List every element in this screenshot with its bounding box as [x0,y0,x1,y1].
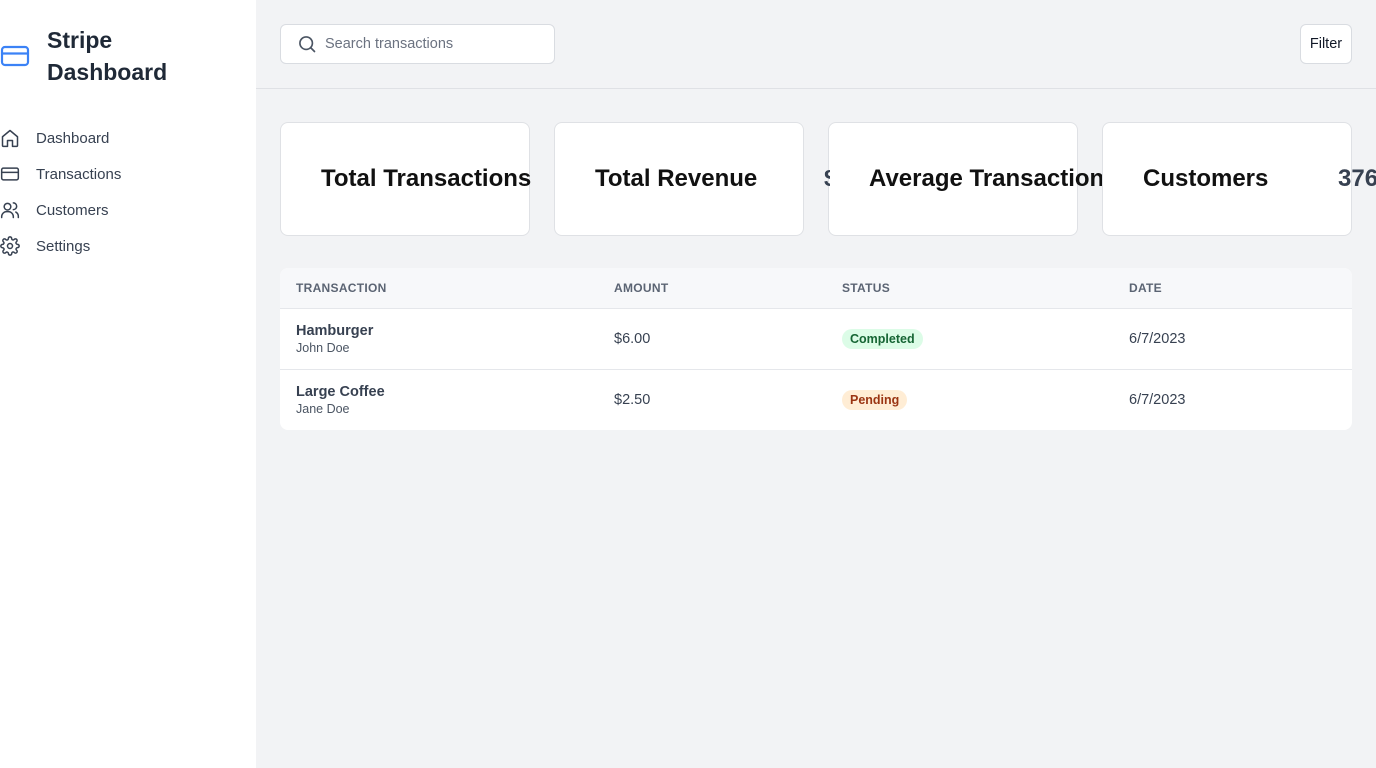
sidebar-item-transactions[interactable]: Transactions [0,156,256,192]
sidebar-item-label: Transactions [36,165,122,183]
search-input[interactable] [325,36,535,52]
transaction-name: Large Coffee [296,383,385,400]
top-bar: Filter [256,0,1376,89]
column-header: STATUS [842,280,891,295]
date-cell: 6/7/2023 [1129,330,1186,347]
filter-button[interactable]: Filter [1300,24,1352,64]
stat-card-average-transaction: Average Transaction [828,122,1104,236]
search-box[interactable] [280,24,555,64]
sidebar-item-customers[interactable]: Customers [0,192,256,228]
status-cell: Completed [826,308,1113,369]
table-row[interactable]: Large Coffee Jane Doe $2.50 Pending 6/7/… [280,369,1352,430]
column-header: TRANSACTION [296,280,387,295]
sidebar-item-label: Customers [36,201,109,219]
app-title: Stripe Dashboard [47,27,168,85]
users-icon [0,200,20,220]
stat-card-title: Total Transactions [321,165,532,192]
date-cell: 6/7/2023 [1129,391,1186,408]
sidebar-nav: Dashboard Transactions Customers Setting… [0,120,256,264]
table-header-row: TRANSACTION AMOUNT STATUS DATE [280,268,1352,308]
customer-name: John Doe [296,340,350,355]
brand[interactable]: Stripe Dashboard [0,24,207,88]
column-header: AMOUNT [614,280,669,295]
amount-cell: $6.00 [614,330,651,347]
sidebar-item-settings[interactable]: Settings [0,228,256,264]
stat-card-total-revenue: Total Revenue [554,122,804,236]
credit-card-icon [0,44,30,68]
table-row[interactable]: Hamburger John Doe $6.00 Completed 6/7/2… [280,308,1352,369]
column-header: DATE [1129,280,1162,295]
transaction-cell: Hamburger John Doe [280,308,598,369]
sidebar-item-label: Dashboard [36,129,110,147]
stat-card-title: Customers [1143,165,1269,192]
credit-card-icon [0,164,20,184]
sidebar-item-label: Settings [36,237,91,255]
sidebar-item-dashboard[interactable]: Dashboard [0,120,256,156]
stat-card-title: Average Transaction [869,165,1105,192]
home-icon [0,128,20,148]
status-cell: Pending [826,369,1113,430]
stat-card-title: Total Revenue [595,165,758,192]
sidebar: Stripe Dashboard Dashboard Transactions [0,0,256,768]
amount-cell: $2.50 [614,391,651,408]
transactions-table: TRANSACTION AMOUNT STATUS DATE Hamburger… [280,268,1352,430]
customer-name: Jane Doe [296,401,350,416]
stat-card-value: 376 [1338,165,1376,192]
status-badge: Pending [842,389,908,410]
stat-card-customers: Customers [1102,122,1352,236]
status-badge: Completed [842,328,923,349]
stat-card-total-transactions: Total Transactions [280,122,532,236]
search-icon [297,34,317,54]
transaction-name: Hamburger [296,322,374,339]
gear-icon [0,236,20,256]
transaction-cell: Large Coffee Jane Doe [280,369,598,430]
stat-card-value: $ [824,164,830,194]
